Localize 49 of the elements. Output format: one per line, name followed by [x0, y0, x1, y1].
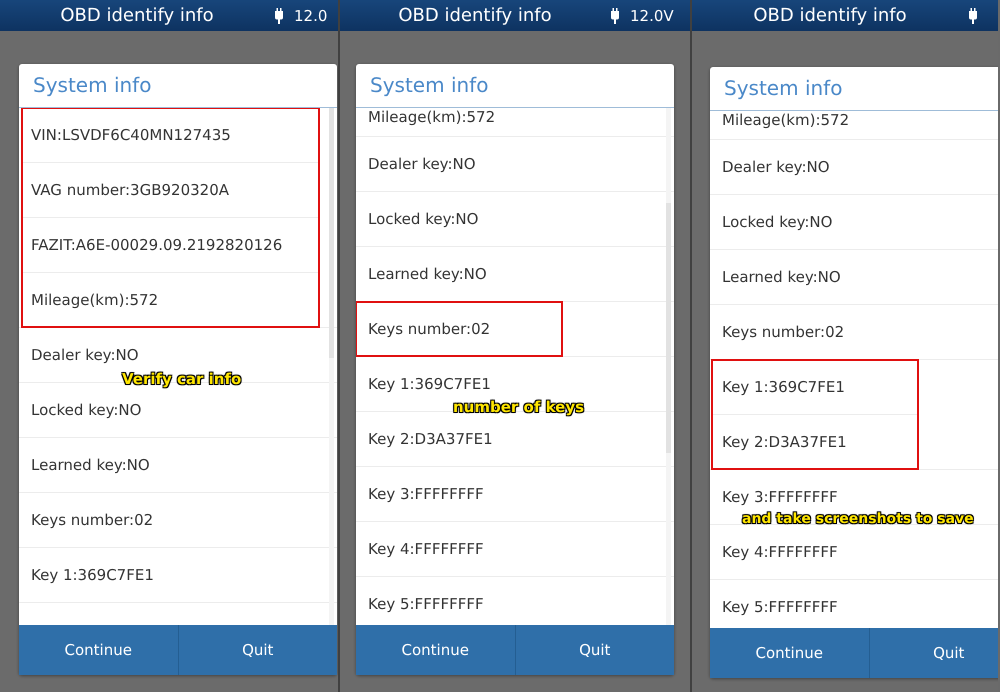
dialog-title: System info	[710, 67, 998, 111]
info-text: Dealer key:NO	[31, 346, 139, 364]
voltage-reading: 12.0	[294, 6, 328, 24]
info-text: Dealer key:NO	[722, 158, 830, 176]
screen-title: OBD identify info	[59, 5, 215, 26]
info-text: Key 3:FFFFFFFF	[368, 485, 484, 503]
info-text: Key 1:369C7FE1	[368, 375, 491, 393]
info-text: Key 2:D3A37FE1	[368, 430, 493, 448]
info-text: Key 1:369C7FE1	[722, 378, 845, 396]
info-text: Key 4:FFFFFFFF	[722, 543, 838, 561]
screen-title: OBD identify info	[752, 5, 908, 26]
info-text: Dealer key:NO	[368, 155, 476, 173]
info-text: Key 4:FFFFFFFF	[368, 540, 484, 558]
dialog-button[interactable]: Continue	[19, 625, 178, 675]
info-text: Learned key:NO	[31, 456, 150, 474]
dialog-title: System info	[356, 64, 674, 108]
annotation-caption: number of keys	[453, 398, 584, 416]
annotation-caption: and take screenshots to save	[742, 511, 974, 527]
info-text: Keys number:02	[722, 323, 844, 341]
dialog-title: System info	[19, 64, 337, 108]
info-text: VIN:LSVDF6C40MN127435	[31, 126, 231, 144]
info-text: Locked key:NO	[368, 210, 478, 228]
info-text: Key 5:FFFFFFFF	[722, 598, 838, 616]
dialog-button[interactable]: Quit	[178, 625, 337, 675]
info-text: Mileage(km):572	[722, 111, 850, 129]
info-text: Learned key:NO	[368, 265, 487, 283]
annotation-caption: Verify car info	[122, 370, 242, 388]
info-text: Mileage(km):572	[368, 108, 496, 126]
info-text: Keys number:02	[31, 511, 154, 529]
info-text: Key 5:FFFFFFFF	[368, 595, 484, 613]
info-text: Locked key:NO	[722, 213, 832, 231]
dialog-button[interactable]: Continue	[356, 625, 516, 675]
info-text: VAG number:3GB920320A	[31, 181, 230, 199]
dialog-button[interactable]: Quit	[870, 628, 998, 678]
plug-icon	[274, 8, 284, 24]
info-text: Key 3:FFFFFFFF	[722, 488, 838, 506]
dialog-button[interactable]: Quit	[516, 625, 674, 675]
plug-icon	[610, 8, 620, 24]
info-text: Key 2:D3A37FE1	[722, 433, 847, 451]
info-text: Mileage(km):572	[31, 291, 158, 309]
info-text: Key 1:369C7FE1	[31, 566, 154, 584]
dialog-button[interactable]: Continue	[710, 628, 870, 678]
info-text: Locked key:NO	[31, 401, 142, 419]
info-text: FAZIT:A6E-00029.09.2192820126	[31, 236, 282, 254]
plug-icon	[968, 8, 978, 24]
info-text: Learned key:NO	[722, 268, 841, 286]
screen-title: OBD identify info	[397, 5, 553, 26]
voltage-reading: 12.0V	[630, 6, 674, 24]
info-text: Keys number:02	[368, 320, 490, 338]
